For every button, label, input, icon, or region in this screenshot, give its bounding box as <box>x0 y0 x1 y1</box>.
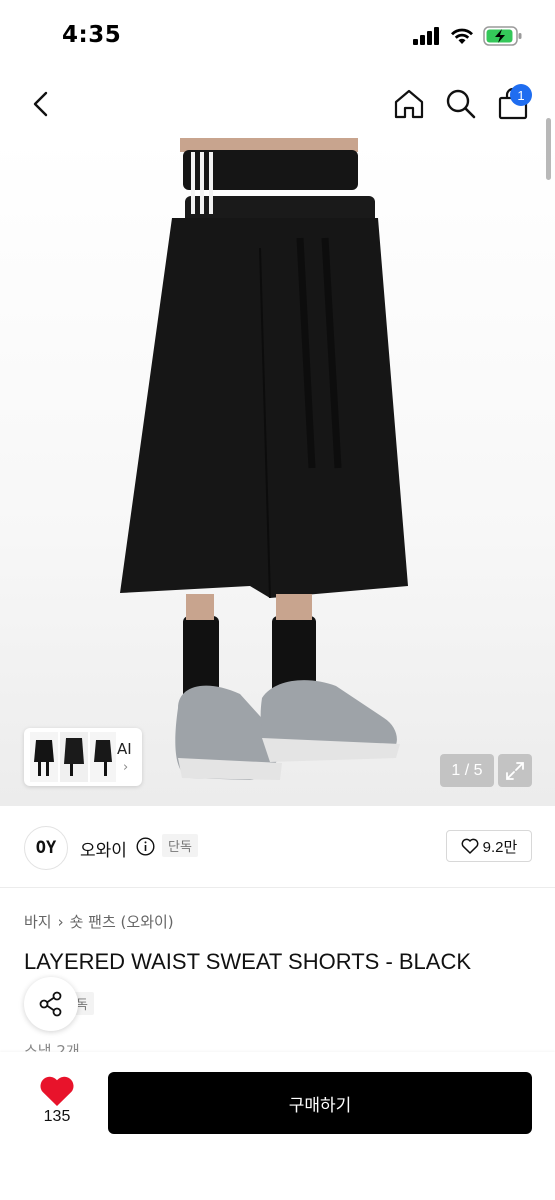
nav-bar <box>0 74 555 138</box>
share-icon <box>39 991 62 1017</box>
buy-button[interactable]: 구매하기 <box>108 1072 532 1134</box>
back-icon[interactable] <box>26 88 58 120</box>
brand-name[interactable]: 오와이 <box>80 836 127 861</box>
thumbnail-label: AI <box>117 740 132 758</box>
status-icons <box>413 26 523 46</box>
thumbnail-images <box>30 732 116 782</box>
product-image[interactable] <box>0 138 555 806</box>
bottom-action-bar: 135 구매하기 <box>0 1052 555 1200</box>
wish-count: 135 <box>43 1108 71 1125</box>
signal-icon <box>413 27 439 45</box>
brand-row: OY 오와이 단독 9.2만 <box>0 806 555 888</box>
status-bar: 4:35 <box>0 0 555 74</box>
breadcrumb-subcategory[interactable]: 숏 팬츠 (오와이) <box>70 911 174 932</box>
scrollbar[interactable] <box>546 118 551 180</box>
thumbnail-strip[interactable]: AI › <box>24 728 142 786</box>
brand-like-button[interactable]: 9.2만 <box>446 830 532 862</box>
expand-button[interactable] <box>498 754 532 787</box>
share-button[interactable] <box>24 977 78 1031</box>
expand-icon <box>506 761 524 780</box>
heart-outline-icon <box>461 838 479 854</box>
breadcrumb: 바지 › 숏 팬츠 (오와이) <box>24 911 174 932</box>
brand-logo[interactable]: OY <box>24 826 68 870</box>
breadcrumb-category[interactable]: 바지 <box>24 911 52 932</box>
heart-filled-icon[interactable] <box>38 1074 76 1108</box>
wifi-icon <box>451 28 473 44</box>
info-icon[interactable] <box>136 837 155 856</box>
product-title: LAYERED WAIST SWEAT SHORTS - BLACK <box>24 949 472 974</box>
status-time: 4:35 <box>62 22 122 48</box>
home-icon[interactable] <box>392 87 426 121</box>
cart-badge: 1 <box>510 84 532 106</box>
chevron-right-icon: › <box>57 912 64 931</box>
exclusive-tag: 단독 <box>162 834 198 857</box>
product-photo-shorts <box>120 138 408 780</box>
search-icon[interactable] <box>444 87 478 121</box>
chevron-right-icon: › <box>123 760 129 775</box>
battery-charging-icon <box>483 26 522 46</box>
brand-like-count: 9.2만 <box>482 838 518 856</box>
image-pager: 1 / 5 <box>440 754 494 787</box>
